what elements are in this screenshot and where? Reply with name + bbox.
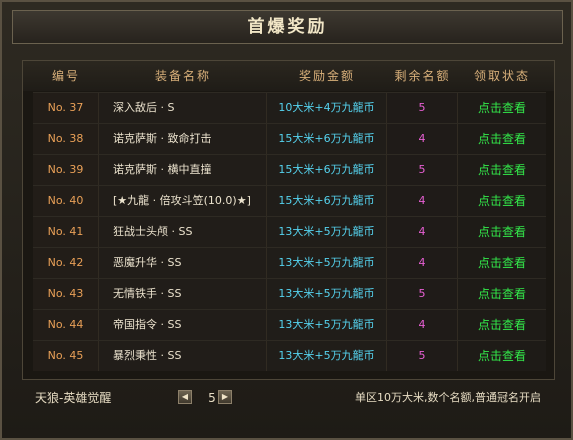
column-header-equipment-name: 装备名称 [154,69,211,83]
row-number: No. 39 [33,155,99,185]
previous-page-button[interactable]: ◀ [178,390,192,404]
reward-amount: 13大米+5万九龍币 [267,310,387,340]
remaining-slots: 5 [387,341,458,371]
row-number: No. 42 [33,248,99,278]
view-details-link[interactable]: 点击查看 [458,310,546,340]
remaining-slots: 4 [387,310,458,340]
equipment-name: 诺克萨斯 · 横中直撞 [99,155,267,185]
remaining-slots: 5 [387,93,458,123]
column-header-reward-amount: 奖励金额 [298,69,355,83]
column-header-number: 编号 [51,69,80,83]
view-details-link[interactable]: 点击查看 [458,186,546,216]
table-row: No. 42 恶魔升华 · SS 13大米+5万九龍币 4 点击查看 [33,247,546,278]
row-number: No. 44 [33,310,99,340]
equipment-name: 诺克萨斯 · 致命打击 [99,124,267,154]
reward-amount: 15大米+6万九龍币 [267,155,387,185]
reward-amount: 13大米+5万九龍币 [267,248,387,278]
reward-amount: 15大米+6万九龍币 [267,124,387,154]
server-name: 天狼-英雄觉醒 [35,391,112,405]
view-details-link[interactable]: 点击查看 [458,93,546,123]
view-details-link[interactable]: 点击查看 [458,217,546,247]
row-number: No. 37 [33,93,99,123]
column-header-remaining-slots: 剩余名额 [394,69,451,83]
view-details-link[interactable]: 点击查看 [458,155,546,185]
equipment-name: 深入敌后 · S [99,93,267,123]
view-details-link[interactable]: 点击查看 [458,124,546,154]
row-number: No. 40 [33,186,99,216]
footer-bar: 天狼-英雄觉醒 ◀ 5 ▶ 单区10万大米,数个名额,普通冠名开启 [35,384,555,412]
remaining-slots: 4 [387,217,458,247]
remaining-slots: 4 [387,124,458,154]
equipment-name: 恶魔升华 · SS [99,248,267,278]
equipment-name: 帝国指令 · SS [99,310,267,340]
reward-table: 编号 装备名称 奖励金额 剩余名额 领取状态 No. 37 深入敌后 · S 1… [22,60,555,380]
reward-window: 首爆奖励 编号 装备名称 奖励金额 剩余名额 领取状态 No. 37 深入敌后 … [0,0,573,440]
remaining-slots: 5 [387,279,458,309]
table-header: 编号 装备名称 奖励金额 剩余名额 领取状态 [23,61,554,91]
table-row: No. 39 诺克萨斯 · 横中直撞 15大米+6万九龍币 5 点击查看 [33,154,546,185]
view-details-link[interactable]: 点击查看 [458,341,546,371]
equipment-name: 无情铁手 · SS [99,279,267,309]
reward-amount: 15大米+6万九龍币 [267,186,387,216]
row-number: No. 41 [33,217,99,247]
view-details-link[interactable]: 点击查看 [458,279,546,309]
equipment-name: 狂战士头颅 · SS [99,217,267,247]
table-row: No. 37 深入敌后 · S 10大米+4万九龍币 5 点击查看 [33,92,546,123]
table-row: No. 40 [★九龍 · 倍攻斗笠(10.0)★] 15大米+6万九龍币 4 … [33,185,546,216]
reward-amount: 13大米+5万九龍币 [267,341,387,371]
reward-amount: 13大米+5万九龍币 [267,279,387,309]
reward-amount: 10大米+4万九龍币 [267,93,387,123]
table-row: No. 43 无情铁手 · SS 13大米+5万九龍币 5 点击查看 [33,278,546,309]
title-bar: 首爆奖励 [12,10,563,44]
remaining-slots: 4 [387,186,458,216]
row-number: No. 45 [33,341,99,371]
column-header-claim-status: 领取状态 [473,69,530,83]
table-row: No. 44 帝国指令 · SS 13大米+5万九龍币 4 点击查看 [33,309,546,340]
view-details-link[interactable]: 点击查看 [458,248,546,278]
row-number: No. 38 [33,124,99,154]
equipment-name: [★九龍 · 倍攻斗笠(10.0)★] [99,186,267,216]
reward-note: 单区10万大米,数个名额,普通冠名开启 [355,391,541,404]
next-page-button[interactable]: ▶ [218,390,232,404]
equipment-name: 暴烈秉性 · SS [99,341,267,371]
row-number: No. 43 [33,279,99,309]
remaining-slots: 4 [387,248,458,278]
reward-amount: 13大米+5万九龍币 [267,217,387,247]
remaining-slots: 5 [387,155,458,185]
table-row: No. 38 诺克萨斯 · 致命打击 15大米+6万九龍币 4 点击查看 [33,123,546,154]
table-row: No. 45 暴烈秉性 · SS 13大米+5万九龍币 5 点击查看 [33,340,546,371]
table-row: No. 41 狂战士头颅 · SS 13大米+5万九龍币 4 点击查看 [33,216,546,247]
window-title: 首爆奖励 [247,17,328,37]
